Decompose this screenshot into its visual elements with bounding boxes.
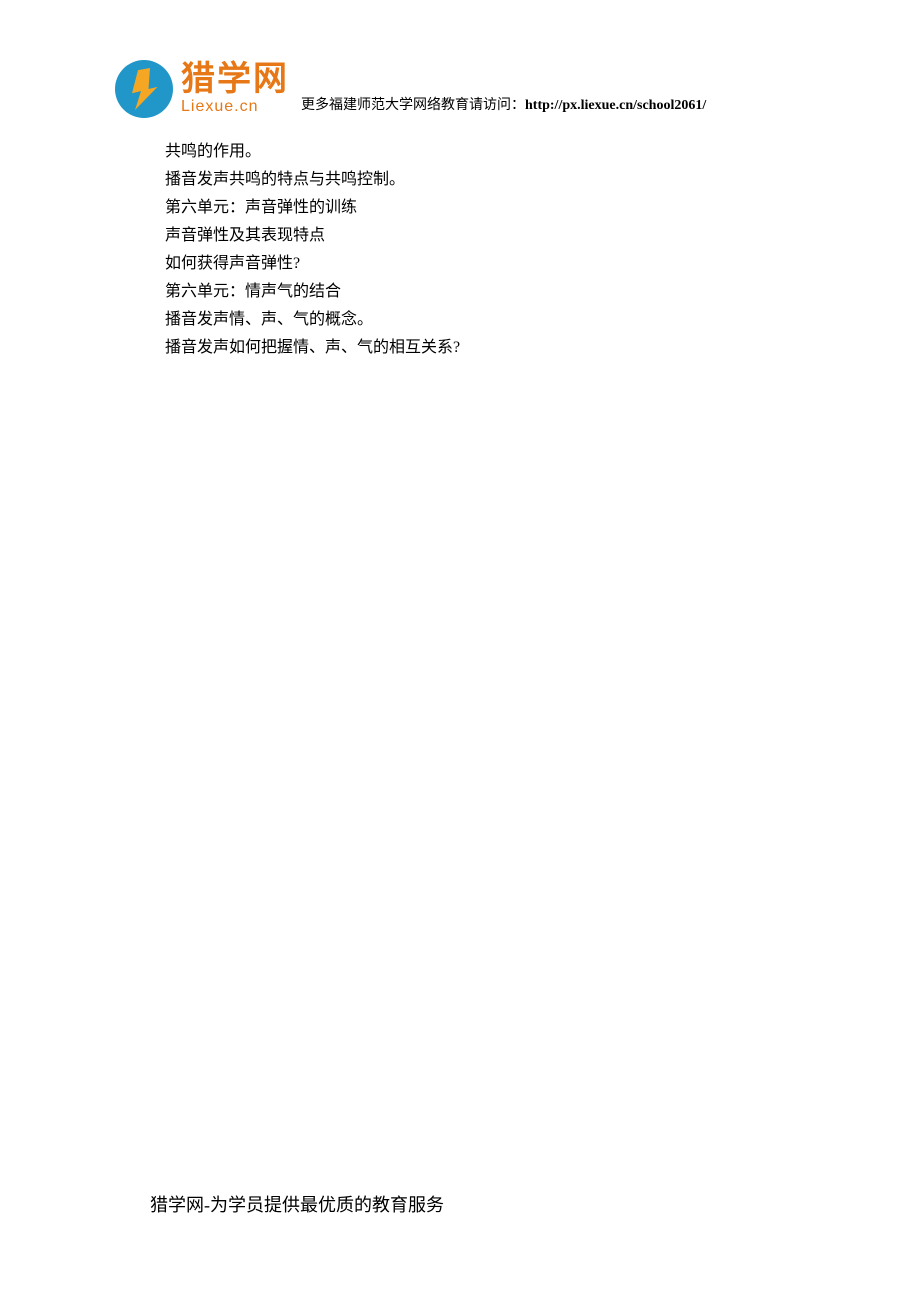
header-link-url[interactable]: http://px.liexue.cn/school2061/	[525, 98, 706, 113]
document-content: 共鸣的作用。 播音发声共鸣的特点与共鸣控制。 第六单元：声音弹性的训练 声音弹性…	[165, 138, 460, 362]
content-line: 播音发声如何把握情、声、气的相互关系?	[165, 334, 460, 362]
header-link: 更多福建师范大学网络教育请访问：http://px.liexue.cn/scho…	[301, 94, 706, 114]
page-footer: 猎学网-为学员提供最优质的教育服务	[150, 1191, 444, 1217]
footer-text: 猎学网-为学员提供最优质的教育服务	[150, 1195, 444, 1215]
content-line: 播音发声共鸣的特点与共鸣控制。	[165, 166, 460, 194]
content-line: 第六单元：声音弹性的训练	[165, 194, 460, 222]
logo: 猎学网 Liexue.cn	[115, 60, 289, 118]
content-line: 第六单元：情声气的结合	[165, 278, 460, 306]
content-line: 共鸣的作用。	[165, 138, 460, 166]
content-line: 播音发声情、声、气的概念。	[165, 306, 460, 334]
logo-text-group: 猎学网 Liexue.cn	[181, 62, 289, 116]
content-line: 如何获得声音弹性?	[165, 250, 460, 278]
logo-icon	[115, 60, 173, 118]
header-link-prefix: 更多福建师范大学网络教育请访问：	[301, 98, 525, 113]
content-line: 声音弹性及其表现特点	[165, 222, 460, 250]
logo-en-text: Liexue.cn	[181, 98, 289, 116]
logo-cn-text: 猎学网	[181, 62, 289, 96]
page-header: 猎学网 Liexue.cn 更多福建师范大学网络教育请访问：http://px.…	[115, 60, 706, 118]
